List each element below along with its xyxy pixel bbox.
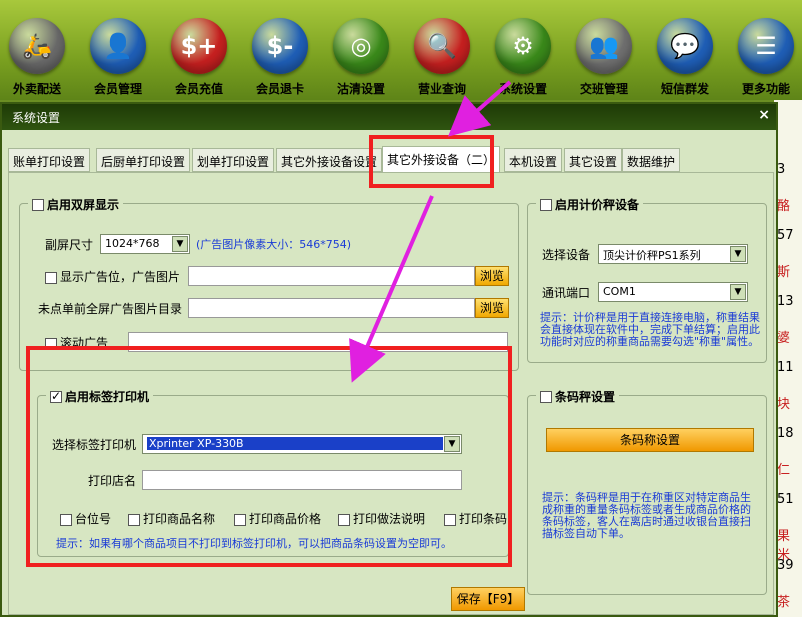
chevron-down-icon[interactable]: ▼ — [730, 246, 746, 262]
chat-icon[interactable]: 💬 — [657, 18, 713, 74]
strip-item: 酪 — [777, 199, 791, 214]
chevron-down-icon[interactable]: ▼ — [730, 284, 746, 300]
group-icon[interactable]: 👥 — [576, 18, 632, 74]
highlight-box-tab — [369, 135, 494, 188]
strip-item: 块 — [777, 397, 791, 412]
toolbar-list-button[interactable]: ☰ 更多功能 — [726, 18, 802, 97]
background-list-strip: 3 酪 57 斯 13 婆 11 块 18 仁 51 果米 39 茶 — [774, 100, 802, 617]
scale-title[interactable]: 启用计价秤设备 — [536, 196, 644, 213]
strip-item: 57 — [777, 228, 794, 243]
user-icon[interactable]: 👤 — [90, 18, 146, 74]
toolbar-user-button[interactable]: 👤 会员管理 — [78, 18, 158, 97]
close-icon[interactable]: × — [758, 107, 770, 123]
toolbar-label: 交班管理 — [579, 82, 628, 96]
chevron-down-icon[interactable]: ▼ — [172, 236, 188, 252]
scale-port-value: COM1 — [603, 285, 636, 298]
strip-item: 11 — [777, 360, 794, 375]
browse-fullscreen-dir-button[interactable]: 浏览 — [475, 298, 509, 318]
scale-device-select[interactable]: 顶尖计价秤PS1系列 ▼ — [598, 244, 748, 264]
toolbar-label: 会员退卡 — [255, 82, 304, 96]
barcode-scale-checkbox[interactable] — [540, 390, 552, 403]
screen-size-value: 1024*768 — [105, 237, 160, 250]
dual-screen-title[interactable]: 启用双屏显示 — [28, 196, 124, 213]
toolbar-card-return-button[interactable]: $- 会员退卡 — [240, 18, 320, 97]
toolbar-label: 会员管理 — [93, 82, 142, 96]
gear-icon[interactable]: ⚙ — [495, 18, 551, 74]
strip-item: 斯 — [777, 265, 791, 280]
barcode-scale-label: 条码秤设置 — [555, 390, 616, 404]
strip-item: 51 — [777, 492, 794, 507]
ad-image-input[interactable] — [188, 266, 475, 286]
toolbar-gear-button[interactable]: ⚙ 系统设置 — [483, 18, 563, 97]
toolbar-group-button[interactable]: 👥 交班管理 — [564, 18, 644, 97]
tab-2[interactable]: 划单打印设置 — [192, 148, 275, 172]
toolbar-card-recharge-button[interactable]: $+ 会员充值 — [159, 18, 239, 97]
barcode-scale-hint: 提示：条码秤是用于在称重区对特定商品生成称重的重量条码标签或者生成商品价格的条码… — [542, 491, 751, 540]
scooter-icon[interactable]: 🛵 — [9, 18, 65, 74]
ad-size-hint: (广告图片像素大小：546*754) — [196, 238, 352, 251]
highlight-box-label-printer — [26, 346, 512, 567]
toolbar-label: 沽清设置 — [336, 82, 385, 96]
toolbar-label: 更多功能 — [741, 82, 790, 96]
toolbar-label: 短信群发 — [660, 82, 709, 96]
barcode-scale-title[interactable]: 条码秤设置 — [536, 388, 620, 405]
scale-label: 启用计价秤设备 — [555, 198, 640, 212]
dual-screen-label: 启用双屏显示 — [47, 198, 120, 212]
card-recharge-icon[interactable]: $+ — [171, 18, 227, 74]
tab-0[interactable]: 账单打印设置 — [8, 148, 91, 172]
toolbar-label: 营业查询 — [417, 82, 466, 96]
strip-item: 婆 — [777, 331, 791, 346]
strip-item: 13 — [777, 294, 794, 309]
screen-size-select[interactable]: 1024*768 ▼ — [100, 234, 190, 254]
list-icon[interactable]: ☰ — [738, 18, 794, 74]
strip-item: 3 — [777, 162, 786, 177]
toolbar-plate-button[interactable]: ◎ 沽清设置 — [321, 18, 401, 97]
toolbar-label: 会员充值 — [174, 82, 223, 96]
scale-checkbox[interactable] — [540, 198, 552, 211]
strip-item: 39 — [777, 558, 794, 573]
scale-port-label: 通讯端口 — [542, 286, 591, 300]
strip-item: 18 — [777, 426, 794, 441]
strip-item: 茶 — [777, 595, 791, 610]
toolbar-scooter-button[interactable]: 🛵 外卖配送 — [0, 18, 77, 97]
fullscreen-dir-input[interactable] — [188, 298, 475, 318]
tab-6[interactable]: 其它设置 — [564, 148, 623, 172]
main-toolbar: 🛵 外卖配送 👤 会员管理 $+ 会员充值 $- 会员退卡 ◎ 沽清设置 🔍 营业查询 ⚙ 系统设置 👥 交班… — [0, 0, 802, 100]
toolbar-magnifier-button[interactable]: 🔍 营业查询 — [402, 18, 482, 97]
dialog-titlebar: 系统设置 × — [2, 104, 776, 130]
toolbar-chat-button[interactable]: 💬 短信群发 — [645, 18, 725, 97]
scale-port-select[interactable]: COM1 ▼ — [598, 282, 748, 302]
tab-5[interactable]: 本机设置 — [504, 148, 563, 172]
show-ad-checkbox[interactable] — [45, 271, 57, 284]
dialog-title: 系统设置 — [12, 111, 61, 125]
tab-3[interactable]: 其它外接设备设置 — [276, 148, 383, 172]
dual-screen-checkbox[interactable] — [32, 198, 44, 211]
magnifier-icon[interactable]: 🔍 — [414, 18, 470, 74]
tab-1[interactable]: 后厨单打印设置 — [96, 148, 191, 172]
plate-icon[interactable]: ◎ — [333, 18, 389, 74]
screen-size-label: 副屏尺寸 — [45, 238, 94, 252]
save-button[interactable]: 保存【F9】 — [451, 587, 525, 611]
show-ad-option[interactable]: 显示广告位，广告图片 — [45, 268, 180, 285]
scale-group: 启用计价秤设备 选择设备 顶尖计价秤PS1系列 ▼ 通讯端口 COM1 ▼ 提示：计… — [527, 196, 767, 363]
show-ad-label: 显示广告位，广告图片 — [60, 270, 181, 284]
browse-ad-image-button[interactable]: 浏览 — [475, 266, 509, 286]
toolbar-label: 系统设置 — [498, 82, 547, 96]
scale-device-value: 顶尖计价秤PS1系列 — [603, 249, 701, 262]
card-return-icon[interactable]: $- — [252, 18, 308, 74]
barcode-scale-settings-button[interactable]: 条码称设置 — [546, 428, 754, 452]
barcode-scale-group: 条码秤设置 条码称设置 提示：条码秤是用于在称重区对特定商品生成称重的重量条码标… — [527, 388, 767, 595]
tab-7[interactable]: 数据维护 — [622, 148, 681, 172]
strip-item: 仁 — [777, 463, 791, 478]
scale-device-label: 选择设备 — [542, 248, 591, 262]
fullscreen-dir-label: 未点单前全屏广告图片目录 — [38, 302, 183, 316]
scale-hint: 提示：计价秤是用于直接连接电脑，称重结果会直接体现在软件中，完成下单结算；启用此… — [540, 311, 760, 348]
toolbar-label: 外卖配送 — [12, 82, 61, 96]
